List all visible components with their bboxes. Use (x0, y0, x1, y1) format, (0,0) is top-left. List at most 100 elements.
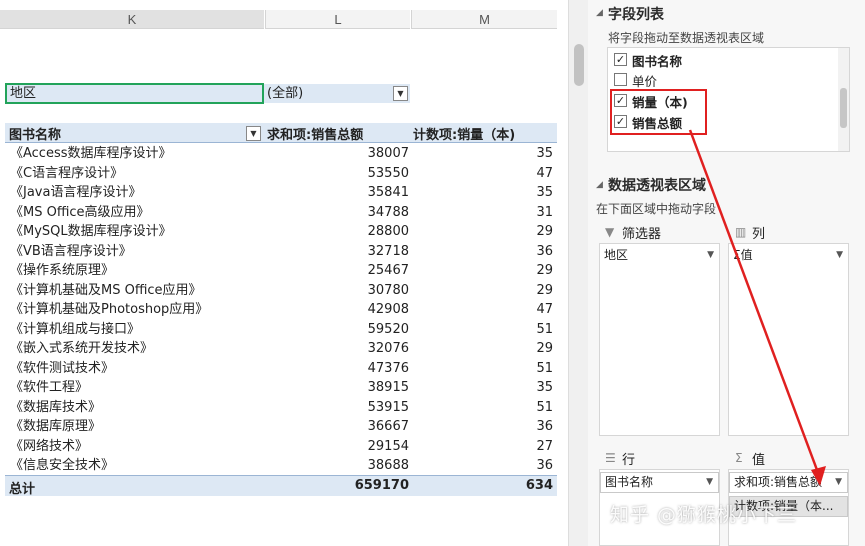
row-sum-sales[interactable]: 47376 (267, 359, 409, 379)
total-sum: 659170 (354, 478, 409, 493)
columns-area-label: 列 (752, 227, 766, 242)
row-book-name[interactable]: 《计算机组成与接口》 (10, 320, 140, 340)
row-book-name[interactable]: 《软件测试技术》 (10, 359, 114, 379)
filter-funnel-icon: ▼ (605, 225, 615, 239)
columns-area-box[interactable] (728, 243, 849, 436)
row-sum-sales[interactable]: 38688 (267, 456, 409, 476)
annotation-highlight-box (610, 89, 707, 135)
column-chip-label: Σ值 (733, 248, 753, 262)
sheet-vertical-scrollbar[interactable] (568, 0, 588, 546)
row-book-name[interactable]: 《软件工程》 (10, 378, 88, 398)
row-sum-sales[interactable]: 42908 (267, 300, 409, 320)
row-sum-sales[interactable]: 34788 (267, 203, 409, 223)
field-list-scrollbar[interactable] (838, 48, 849, 151)
row-book-name[interactable]: 《VB语言程序设计》 (10, 242, 132, 262)
row-sum-sales[interactable]: 38007 (267, 144, 409, 164)
checkbox-unchecked-icon[interactable] (614, 73, 627, 86)
row-sum-sales[interactable]: 35841 (267, 183, 409, 203)
field-list-hint: 将字段拖动至数据透视表区域 (608, 31, 765, 45)
filters-area-label: 筛选器 (622, 227, 662, 242)
chevron-down-icon[interactable]: ▼ (835, 473, 842, 492)
row-count-qty[interactable]: 51 (413, 320, 553, 340)
row-book-name[interactable]: 《MS Office高级应用》 (10, 203, 150, 223)
row-sum-sales[interactable]: 53915 (267, 398, 409, 418)
pivot-total-row: 总计 659170 634 (5, 475, 557, 497)
row-sum-sales[interactable]: 30780 (267, 281, 409, 301)
row-book-name[interactable]: 《嵌入式系统开发技术》 (10, 339, 153, 359)
pivot-header-row: 图书名称 求和项:销售总额 计数项:销量（本) (5, 123, 557, 143)
sigma-icon: Σ (735, 451, 743, 465)
value-chip-sum[interactable]: 求和项:销售总额 ▼ (729, 472, 848, 493)
row-chip[interactable]: 图书名称 ▼ (600, 472, 719, 493)
header-count-qty: 计数项:销量（本) (413, 128, 516, 143)
scrollbar-thumb[interactable] (574, 44, 584, 86)
row-sum-sales[interactable]: 29154 (267, 437, 409, 457)
watermark-text: 知乎 @猕猴桃小下三 (610, 504, 798, 526)
areas-title: 数据透视表区域 (608, 178, 706, 194)
row-sum-sales[interactable]: 53550 (267, 164, 409, 184)
column-header-l[interactable]: L (265, 10, 410, 29)
row-book-name[interactable]: 《数据库原理》 (10, 417, 101, 437)
row-count-qty[interactable]: 35 (413, 144, 553, 164)
column-chip[interactable]: Σ值 ▼ (729, 246, 848, 267)
value-chip-sum-label: 求和项:销售总额 (734, 475, 823, 489)
row-count-qty[interactable]: 29 (413, 222, 553, 242)
filter-chip[interactable]: 地区 ▼ (600, 246, 719, 267)
row-count-qty[interactable]: 29 (413, 281, 553, 301)
column-header-k[interactable]: K (0, 10, 264, 29)
filters-area-box[interactable] (599, 243, 720, 436)
field-list-scroll-thumb[interactable] (840, 88, 847, 128)
row-book-name[interactable]: 《操作系统原理》 (10, 261, 114, 281)
checkbox-checked-icon[interactable]: ✓ (614, 53, 627, 66)
row-count-qty[interactable]: 47 (413, 164, 553, 184)
row-count-qty[interactable]: 51 (413, 359, 553, 379)
field-book-name[interactable]: 图书名称 (632, 51, 682, 70)
filter-dropdown-button[interactable]: ▼ (393, 86, 408, 101)
row-count-qty[interactable]: 27 (413, 437, 553, 457)
row-sum-sales[interactable]: 32718 (267, 242, 409, 262)
row-count-qty[interactable]: 29 (413, 261, 553, 281)
row-sum-sales[interactable]: 36667 (267, 417, 409, 437)
row-book-name[interactable]: 《数据库技术》 (10, 398, 101, 418)
row-book-name[interactable]: 《计算机基础及Photoshop应用》 (10, 300, 208, 320)
row-count-qty[interactable]: 47 (413, 300, 553, 320)
chevron-down-icon[interactable]: ▼ (836, 246, 843, 265)
chevron-down-icon[interactable]: ▼ (707, 246, 714, 265)
row-sum-sales[interactable]: 32076 (267, 339, 409, 359)
total-count: 634 (525, 478, 553, 493)
row-book-name[interactable]: 《计算机基础及MS Office应用》 (10, 281, 202, 301)
row-sum-sales[interactable]: 25467 (267, 261, 409, 281)
collapse-caret-icon[interactable]: ◢ (596, 8, 603, 18)
spreadsheet-window: K L M 地区 (全部) ▼ 图书名称 求和项:销售总额 计数项:销量（本) … (0, 0, 865, 546)
columns-icon: ▥ (735, 225, 747, 239)
row-count-qty[interactable]: 51 (413, 398, 553, 418)
row-count-qty[interactable]: 36 (413, 456, 553, 476)
row-count-qty[interactable]: 36 (413, 417, 553, 437)
row-sum-sales[interactable]: 38915 (267, 378, 409, 398)
chevron-down-icon[interactable]: ▼ (706, 473, 713, 492)
field-list-title: 字段列表 (608, 7, 664, 23)
rows-area-label: 行 (622, 453, 636, 468)
row-book-name[interactable]: 《网络技术》 (10, 437, 88, 457)
values-area-label: 值 (752, 453, 766, 468)
row-count-qty[interactable]: 36 (413, 242, 553, 262)
filter-value-cell[interactable]: (全部) (264, 84, 410, 103)
row-count-qty[interactable]: 35 (413, 183, 553, 203)
row-sum-sales[interactable]: 59520 (267, 320, 409, 340)
row-book-name[interactable]: 《C语言程序设计》 (10, 164, 123, 184)
collapse-caret-icon[interactable]: ◢ (596, 180, 603, 190)
filter-value-text: (全部) (267, 86, 304, 101)
row-count-qty[interactable]: 35 (413, 378, 553, 398)
header-sum-sales: 求和项:销售总额 (267, 128, 364, 143)
row-count-qty[interactable]: 31 (413, 203, 553, 223)
row-book-name[interactable]: 《Access数据库程序设计》 (10, 144, 172, 164)
row-book-name[interactable]: 《信息安全技术》 (10, 456, 114, 476)
field-unit-price[interactable]: 单价 (632, 71, 657, 90)
filter-field-cell[interactable]: 地区 (5, 83, 264, 104)
row-count-qty[interactable]: 29 (413, 339, 553, 359)
column-header-m[interactable]: M (411, 10, 557, 29)
row-book-name[interactable]: 《MySQL数据库程序设计》 (10, 222, 172, 242)
row-book-name[interactable]: 《Java语言程序设计》 (10, 183, 141, 203)
row-sum-sales[interactable]: 28800 (267, 222, 409, 242)
row-label-dropdown-button[interactable]: ▼ (246, 126, 261, 141)
